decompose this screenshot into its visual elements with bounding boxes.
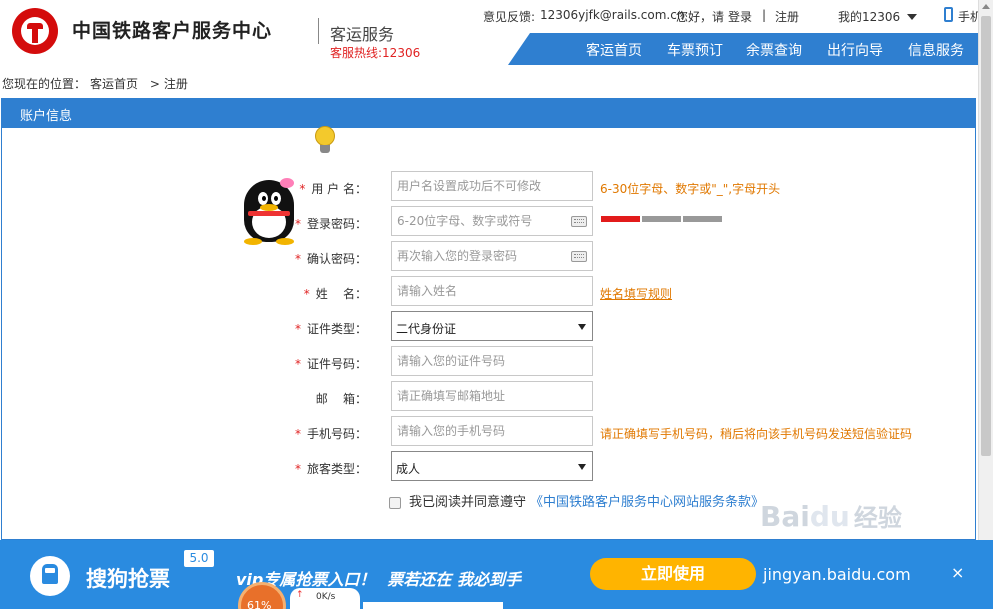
passenger-type-select[interactable]: 成人: [391, 451, 593, 481]
name-rules-link[interactable]: 姓名填写规则: [600, 285, 672, 302]
password-input[interactable]: [392, 207, 592, 235]
chevron-down-icon[interactable]: [907, 14, 917, 20]
username-input[interactable]: [392, 172, 592, 200]
scrollbar-thumb[interactable]: [981, 16, 991, 456]
site-header: 中国铁路客户服务中心 客运服务 客服热线:12306 意见反馈: 12306yj…: [0, 0, 982, 65]
scroll-up-icon[interactable]: [982, 4, 990, 9]
breadcrumb-home[interactable]: 客运首页: [90, 77, 138, 91]
username-label: * 用 户 名：: [299, 182, 367, 196]
main-nav: 客运首页 车票预订 余票查询 出行向导 信息服务: [508, 33, 978, 65]
nav-travel-guide[interactable]: 出行向导: [827, 40, 883, 60]
phone-hint: 请正确填写手机号码，稍后将向该手机号码发送短信验证码: [600, 427, 913, 441]
form-row-confirm: * 确认密码：: [0, 241, 975, 273]
form-row-name: *姓 名： 姓名填写规则: [0, 276, 975, 308]
nav-booking[interactable]: 车票预订: [667, 40, 723, 60]
brand-divider: [318, 18, 319, 44]
nav-ticket-query[interactable]: 余票查询: [746, 40, 802, 60]
agree-text: 我已阅读并同意遵守: [409, 495, 527, 510]
dropdown-arrow-icon[interactable]: [578, 324, 586, 330]
version-badge: 5.0: [184, 550, 214, 567]
breadcrumb-sep: >: [149, 77, 160, 91]
sogou-banner: 搜狗抢票 5.0 vip专属抢票入口！ 票若还在 我必到手 61% ↑ 0K/s …: [0, 540, 993, 609]
passenger-type-value: 成人: [396, 462, 421, 476]
speed-widget: ↑ 0K/s: [290, 588, 360, 609]
nav-home[interactable]: 客运首页: [586, 40, 642, 60]
terms-link[interactable]: 《中国铁路客户服务中心网站服务条款》: [530, 495, 764, 510]
upload-arrow-icon: ↑: [296, 590, 304, 600]
form-row-password: * 登录密码：: [0, 206, 975, 238]
feedback-email-link[interactable]: 12306yjfk@rails.com.cn: [540, 8, 684, 22]
keyboard-icon[interactable]: [571, 251, 587, 262]
banner-url: jingyan.baidu.com: [763, 565, 911, 584]
breadcrumb-prefix: 您现在的位置：: [2, 77, 87, 91]
dropdown-arrow-icon[interactable]: [578, 464, 586, 470]
form-row-id-number: * 证件号码：: [0, 346, 975, 378]
id-number-input[interactable]: [392, 347, 592, 375]
register-link[interactable]: 注册: [775, 8, 799, 25]
speed-readout: 0K/s: [316, 592, 336, 602]
passenger-type-label: * 旅客类型：: [294, 462, 367, 476]
page-root: 中国铁路客户服务中心 客运服务 客服热线:12306 意见反馈: 12306yj…: [0, 0, 993, 609]
phone-input[interactable]: [392, 417, 592, 445]
banner-title: 搜狗抢票: [86, 567, 170, 591]
baidu-watermark: Baidu 经验: [760, 500, 902, 533]
panel-title: 账户信息: [20, 109, 73, 124]
form-row-username: *用 户 名： 6-30位字母、数字或"_",字母开头: [0, 171, 975, 203]
use-now-button[interactable]: 立即使用: [590, 558, 756, 590]
id-type-value: 二代身份证: [396, 322, 457, 336]
password-label: * 登录密码：: [294, 217, 367, 231]
email-field[interactable]: [391, 381, 593, 411]
keyboard-icon[interactable]: [571, 216, 587, 227]
banner-strip: [363, 602, 503, 609]
banner-slogan: vip专属抢票入口！ 票若还在 我必到手: [236, 566, 521, 590]
strength-segment: [601, 216, 640, 222]
banner-slogan-2: 票若还在 我必到手: [387, 570, 521, 589]
strength-segment: [683, 216, 722, 222]
id-type-select[interactable]: 二代身份证: [391, 311, 593, 341]
vertical-scrollbar[interactable]: [978, 0, 993, 540]
form-row-phone: *手机号码： 请正确填写手机号码，稍后将向该手机号码发送短信验证码: [0, 416, 975, 448]
username-hint: 6-30位字母、数字或"_",字母开头: [600, 182, 781, 196]
agree-checkbox[interactable]: [389, 496, 401, 509]
id-number-label: * 证件号码：: [294, 357, 367, 371]
lightbulb-icon: [313, 126, 337, 156]
terms-agreement: 我已阅读并同意遵守 《中国铁路客户服务中心网站服务条款》: [389, 491, 764, 510]
confirm-label: * 确认密码：: [294, 252, 367, 266]
greeting-text: 您好，请: [676, 10, 725, 24]
mobile-icon[interactable]: [944, 7, 953, 22]
hotline: 客服热线:12306: [330, 46, 421, 60]
id-type-label: * 证件类型：: [294, 322, 367, 336]
email-input[interactable]: [392, 382, 592, 410]
name-label: * 姓 名：: [303, 287, 367, 301]
email-label: 邮 箱：: [315, 392, 367, 406]
name-input[interactable]: [392, 277, 592, 305]
username-field[interactable]: [391, 171, 593, 201]
brand-subtitle: 客运服务: [330, 25, 395, 44]
railway-logo-icon[interactable]: [12, 8, 58, 54]
id-number-field[interactable]: [391, 346, 593, 376]
name-field[interactable]: [391, 276, 593, 306]
train-icon: [30, 556, 70, 596]
my12306-menu[interactable]: 我的12306: [838, 8, 900, 25]
phone-label: * 手机号码：: [294, 427, 367, 441]
feedback-label: 意见反馈:: [483, 10, 536, 24]
top-divider: |: [762, 8, 767, 22]
strength-segment: [642, 216, 681, 222]
panel-header: 账户信息: [1, 98, 976, 128]
form-row-passenger-type: * 旅客类型： 成人: [0, 451, 975, 483]
confirm-password-input[interactable]: [392, 242, 592, 270]
nav-info-service[interactable]: 信息服务: [908, 40, 964, 60]
close-icon[interactable]: ×: [951, 563, 964, 582]
password-strength-meter: [601, 216, 723, 222]
form-row-email: 邮 箱：: [0, 381, 975, 413]
login-link[interactable]: 登录: [728, 8, 752, 25]
password-field[interactable]: [391, 206, 593, 236]
breadcrumb: 您现在的位置： 客运首页 > 注册: [2, 75, 192, 92]
phone-field[interactable]: [391, 416, 593, 446]
breadcrumb-current: 注册: [163, 77, 188, 91]
form-row-id-type: * 证件类型： 二代身份证: [0, 311, 975, 343]
confirm-password-field[interactable]: [391, 241, 593, 271]
brand-name: 中国铁路客户服务中心: [72, 20, 273, 42]
